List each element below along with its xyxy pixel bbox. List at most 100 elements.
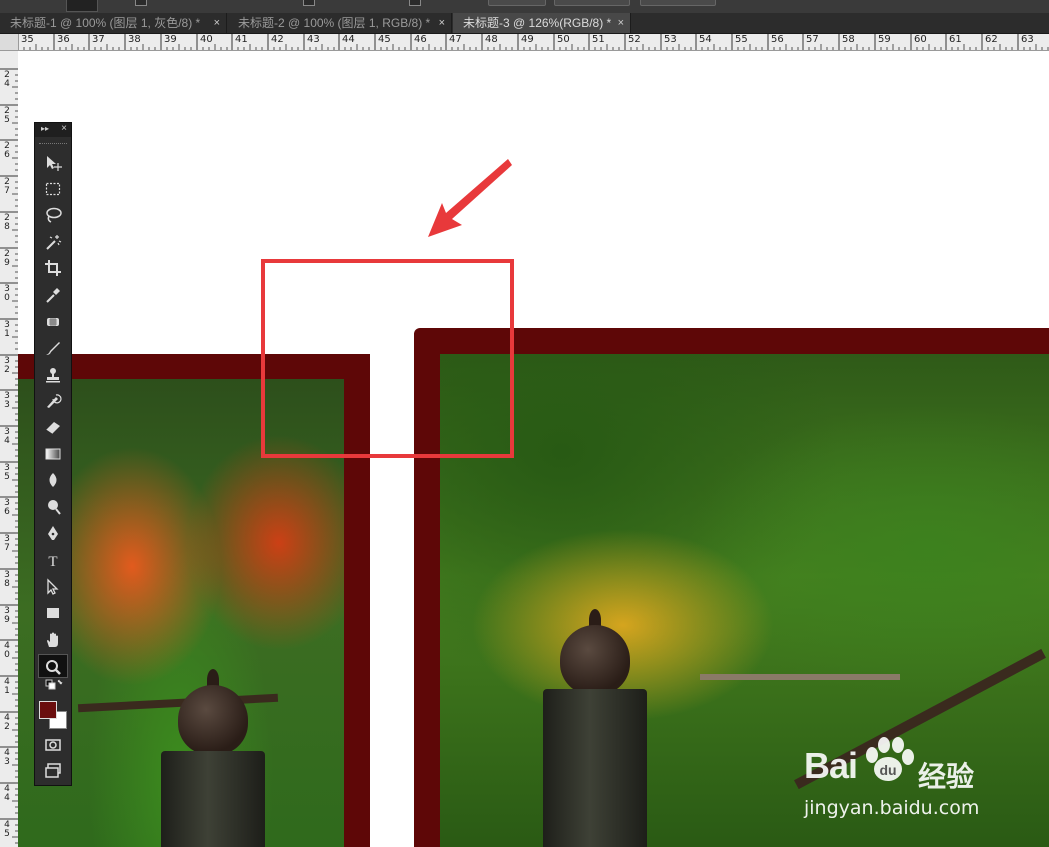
close-icon[interactable]: ×: [439, 13, 445, 33]
ruler-number: 49: [521, 34, 534, 45]
options-checkbox[interactable]: [409, 0, 421, 6]
crop-tool[interactable]: [38, 256, 68, 280]
ruler-number: 40: [4, 641, 10, 660]
ruler-number: 40: [200, 34, 213, 45]
quick-mask-icon[interactable]: [38, 733, 68, 757]
ruler-number: 27: [4, 177, 10, 196]
blur-tool[interactable]: [38, 468, 68, 492]
ruler-number: 37: [92, 34, 105, 45]
marquee-tool[interactable]: [38, 177, 68, 201]
history-brush-icon: [47, 394, 62, 408]
zoom-icon: [46, 660, 61, 675]
options-button[interactable]: [554, 0, 630, 6]
path-selection-tool[interactable]: [38, 575, 68, 599]
brush-tool[interactable]: [38, 336, 68, 360]
watermark-url: jingyan.baidu.com: [804, 797, 980, 819]
tab-document-2[interactable]: 未标题-2 @ 100% (图层 1, RGB/8) * ×: [228, 13, 452, 33]
type-tool[interactable]: T: [38, 548, 68, 572]
options-bar: [0, 0, 1049, 13]
ruler-number: 62: [985, 34, 998, 45]
screen-mode-icon[interactable]: [38, 759, 68, 783]
ruler-origin[interactable]: [0, 34, 19, 51]
ruler-number: 56: [771, 34, 784, 45]
options-checkbox[interactable]: [303, 0, 315, 6]
hand-tool[interactable]: [38, 628, 68, 652]
vertical-ruler[interactable]: 24 25 26 27 28 29 30 31 32 33 34 35 36 37 38 39 40 41 42 43…: [0, 34, 19, 847]
ruler-number: 52: [628, 34, 641, 45]
move-icon: [47, 156, 62, 171]
ruler-number: 58: [842, 34, 855, 45]
ruler-number: 28: [4, 213, 10, 232]
ruler-number: 39: [164, 34, 177, 45]
pen-tool[interactable]: [38, 521, 68, 545]
tab-document-1[interactable]: 未标题-1 @ 100% (图层 1, 灰色/8) * ×: [0, 13, 227, 33]
default-colors-icon[interactable]: [38, 679, 68, 695]
document-tab-bar: 未标题-1 @ 100% (图层 1, 灰色/8) * × 未标题-2 @ 10…: [0, 13, 1049, 34]
options-button[interactable]: [640, 0, 716, 6]
healing-brush-tool[interactable]: [38, 310, 68, 334]
ruler-number: 30: [4, 284, 10, 303]
zoom-tool[interactable]: [38, 654, 68, 678]
options-checkbox[interactable]: [135, 0, 147, 6]
ruler-number: 63: [1021, 34, 1034, 45]
svg-text:T: T: [48, 554, 57, 569]
magic-wand-tool[interactable]: [38, 230, 68, 254]
ruler-number: 45: [4, 820, 10, 839]
ruler-number: 25: [4, 106, 10, 125]
ruler-number: 44: [4, 784, 10, 803]
watermark-brand: Bai: [804, 745, 858, 786]
options-button[interactable]: [488, 0, 546, 6]
tab-document-3[interactable]: 未标题-3 @ 126%(RGB/8) * ×: [453, 13, 631, 33]
ruler-number: 60: [914, 34, 927, 45]
ruler-number: 33: [4, 391, 10, 410]
eraser-tool[interactable]: [38, 415, 68, 439]
ruler-number: 39: [4, 606, 10, 625]
eyedropper-icon: [46, 288, 60, 303]
zoom-preset-icon[interactable]: [66, 0, 98, 12]
eyedropper-tool[interactable]: [38, 283, 68, 307]
ruler-number: 34: [4, 427, 10, 446]
close-icon[interactable]: ×: [618, 13, 624, 33]
ruler-number: 57: [806, 34, 819, 45]
expand-icon[interactable]: ▸▸: [41, 124, 49, 133]
rectangle-icon: [47, 608, 59, 618]
ruler-number: 37: [4, 534, 10, 553]
ruler-number: 43: [307, 34, 320, 45]
ruler-number: 59: [878, 34, 891, 45]
type-icon: T: [48, 554, 57, 570]
close-icon[interactable]: ×: [61, 123, 67, 134]
baidu-jingyan-watermark: Bai du 经验 jingyan.baidu.com: [800, 735, 1040, 825]
clone-stamp-tool[interactable]: [38, 363, 68, 387]
gradient-tool[interactable]: [38, 442, 68, 466]
tools-panel: ▸▸ × T: [34, 122, 72, 786]
ruler-number: 45: [378, 34, 391, 45]
panel-grip[interactable]: [39, 137, 67, 144]
ruler-number: 54: [699, 34, 712, 45]
foreground-color-swatch[interactable]: [39, 701, 57, 719]
dodge-tool[interactable]: [38, 495, 68, 519]
document-canvas[interactable]: [18, 51, 1049, 847]
ruler-number: 55: [735, 34, 748, 45]
watermark-brand-suffix: 经验: [918, 761, 975, 792]
horizontal-ruler[interactable]: 35 36 37 38 39 40 41 42 43 44 45 46 47 48 49 50 51 52 53 54…: [18, 34, 1049, 51]
rectangle-tool[interactable]: [38, 601, 68, 625]
ruler-number: 31: [4, 320, 10, 339]
eraser-icon: [45, 422, 60, 435]
ruler-number: 36: [4, 498, 10, 517]
ruler-number: 38: [128, 34, 141, 45]
lasso-tool[interactable]: [38, 203, 68, 227]
tools-panel-header[interactable]: ▸▸ ×: [35, 123, 71, 137]
ruler-number: 50: [557, 34, 570, 45]
pointer-arrow-icon: [428, 159, 512, 237]
close-icon[interactable]: ×: [214, 13, 220, 33]
move-tool[interactable]: [38, 151, 68, 175]
dodge-icon: [48, 500, 61, 515]
baidu-paw-icon: du: [866, 737, 914, 781]
crop-icon: [45, 260, 61, 276]
ruler-number: 48: [485, 34, 498, 45]
ruler-number: 26: [4, 141, 10, 160]
lasso-icon: [46, 207, 62, 223]
ruler-number: 53: [664, 34, 677, 45]
history-brush-tool[interactable]: [38, 389, 68, 413]
tab-label: 未标题-2 @ 100% (图层 1, RGB/8) *: [238, 16, 431, 30]
